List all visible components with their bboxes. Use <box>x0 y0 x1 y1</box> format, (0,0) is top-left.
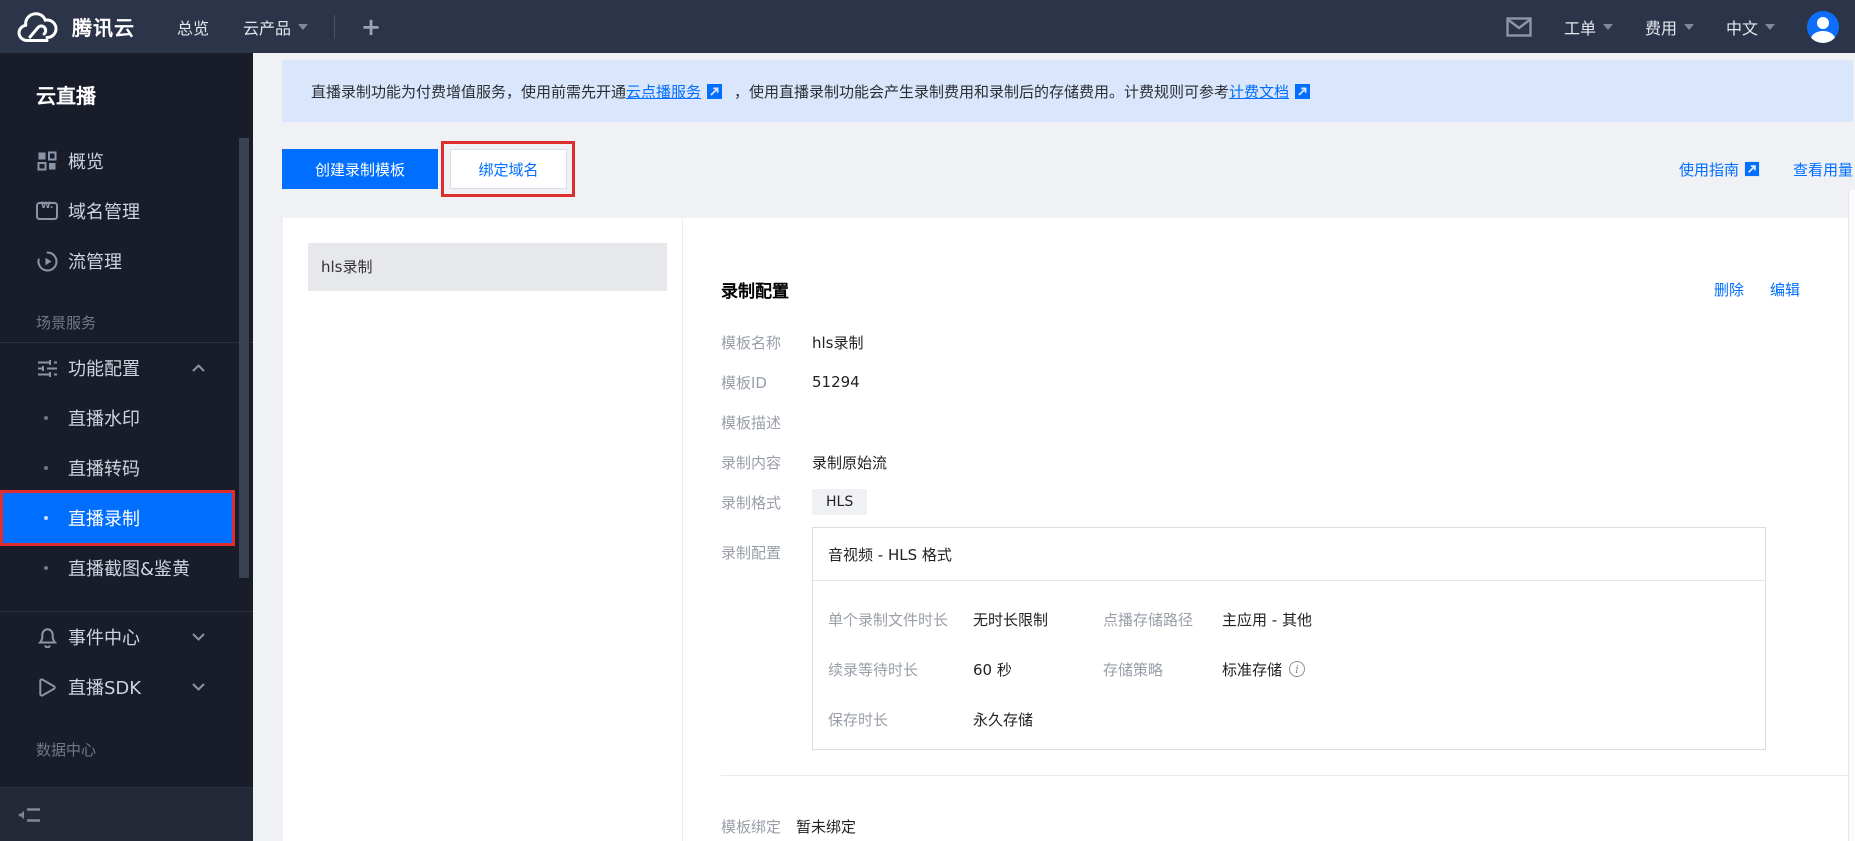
bullet-icon <box>44 516 48 520</box>
sidebar-scrollbar-thumb[interactable] <box>239 138 249 578</box>
template-list-item[interactable]: hls录制 <box>308 243 667 291</box>
sidebar-item-live-record[interactable]: 直播录制 <box>0 490 235 546</box>
create-record-template-button[interactable]: 创建录制模板 <box>282 149 438 189</box>
field-row-record-content: 录制内容 录制原始流 <box>721 453 888 472</box>
menu-ticket[interactable]: 工单 <box>1564 15 1613 39</box>
sidebar-item-overview[interactable]: 概览 <box>0 136 253 186</box>
user-avatar[interactable] <box>1807 10 1839 43</box>
field-row-template-desc: 模板描述 <box>721 413 782 432</box>
config-row-1: 单个录制文件时长 无时长限制 点播存储路径 主应用 - 其他 <box>828 610 1312 629</box>
field-row-template-name: 模板名称 hls录制 <box>721 333 864 352</box>
play-circle-icon <box>36 250 58 272</box>
sidebar-item-feature-config[interactable]: 功能配置 <box>0 343 253 393</box>
sidebar-item-event-center[interactable]: 事件中心 <box>0 612 253 662</box>
play-outline-icon <box>36 676 58 698</box>
caret-down-icon <box>1602 23 1613 30</box>
caret-down-icon <box>1683 23 1694 30</box>
format-tag: HLS <box>812 489 868 515</box>
mail-icon[interactable] <box>1506 16 1532 37</box>
sidebar-item-live-watermark[interactable]: 直播水印 <box>0 393 235 443</box>
main-content: 直播录制功能为付费增值服务，使用前需先开通 云点播服务 ，使用直播录制功能会产生录制… <box>253 53 1855 841</box>
caret-down-icon <box>298 23 309 30</box>
chevron-down-icon <box>192 683 205 691</box>
menu-billing[interactable]: 费用 <box>1645 15 1694 39</box>
detail-title: 录制配置 <box>721 282 789 302</box>
field-row-record-config: 录制配置 音视频 - HLS 格式 单个录制文件时长 无时长限制 点播存储路径 … <box>721 527 1766 750</box>
detail-fields: 模板名称 hls录制 模板ID 51294 模板描述 录制内容 录制原始流 录制… <box>721 322 1808 522</box>
sidebar-item-live-screenshot[interactable]: 直播截图&鉴黄 <box>0 543 235 593</box>
sidebar-section-data-center: 数据中心 <box>36 741 97 759</box>
billing-doc-link[interactable]: 计费文档 <box>1229 81 1289 102</box>
banner-text: 直播录制功能为付费增值服务，使用前需先开通 <box>311 82 627 101</box>
template-detail-panel: 录制配置 删除 编辑 模板名称 hls录制 模板ID 51294 模板描述 录制… <box>683 218 1848 841</box>
banner-text: ，使用直播录制功能会产生录制费用和录制后的存储费用。计费规则可参考 <box>734 82 1230 101</box>
external-link-icon <box>1294 83 1311 100</box>
notice-banner: 直播录制功能为付费增值服务，使用前需先开通 云点播服务 ，使用直播录制功能会产生录制… <box>282 60 1853 122</box>
usage-guide-link[interactable]: 使用指南 <box>1679 159 1765 180</box>
domain-w-icon: W. <box>36 200 58 222</box>
menu-language[interactable]: 中文 <box>1726 15 1775 39</box>
sliders-icon <box>36 357 58 379</box>
external-link-icon <box>706 83 723 100</box>
config-row-3: 保存时长 永久存储 <box>828 710 1034 729</box>
product-title: 云直播 <box>36 84 96 108</box>
sidebar-item-live-sdk[interactable]: 直播SDK <box>0 662 253 712</box>
nav-cloud-products[interactable]: 云产品 <box>243 15 309 39</box>
field-row-template-binding: 模板绑定 暂未绑定 <box>721 817 857 836</box>
vod-service-link[interactable]: 云点播服务 <box>626 81 701 102</box>
grid-icon <box>36 150 58 172</box>
edit-link[interactable]: 编辑 <box>1770 279 1800 300</box>
view-usage-link[interactable]: 查看用量 <box>1793 159 1853 180</box>
sidebar: 云直播 概览 W. 域名管理 流管理 场景服务 功能配置 直播水印 直播转码 直… <box>0 53 253 841</box>
delete-link[interactable]: 删除 <box>1714 279 1744 300</box>
sidebar-footer <box>0 787 253 841</box>
collapse-sidebar-button[interactable] <box>18 807 42 823</box>
avatar-body-icon <box>1811 30 1835 43</box>
caret-down-icon <box>1765 23 1775 30</box>
sidebar-item-domain-management[interactable]: W. 域名管理 <box>0 186 253 236</box>
config-row-2: 续录等待时长 60 秒 存储策略 标准存储 i <box>828 644 1765 694</box>
chevron-down-icon <box>192 633 205 641</box>
record-template-card: hls录制 录制配置 删除 编辑 模板名称 hls录制 模板ID 51294 模… <box>283 218 1848 841</box>
tencent-cloud-logo-icon[interactable] <box>16 11 58 42</box>
add-tab-button[interactable]: + <box>361 15 381 39</box>
brand-title[interactable]: 腾讯云 <box>72 12 135 41</box>
external-link-icon <box>1744 161 1760 177</box>
nav-overview[interactable]: 总览 <box>177 15 209 39</box>
sidebar-item-live-transcode[interactable]: 直播转码 <box>0 443 235 493</box>
sidebar-item-stream-management[interactable]: 流管理 <box>0 236 253 286</box>
bullet-icon <box>44 466 48 470</box>
config-box-header: 音视频 - HLS 格式 <box>813 528 1765 581</box>
topbar-divider <box>334 14 336 39</box>
info-icon[interactable]: i <box>1289 661 1306 677</box>
bullet-icon <box>44 416 48 420</box>
field-row-record-format: 录制格式 HLS <box>721 482 1808 522</box>
sidebar-section-scene-services: 场景服务 <box>36 314 97 332</box>
avatar-head-icon <box>1817 16 1829 29</box>
field-row-template-id: 模板ID 51294 <box>721 373 860 392</box>
template-list-panel: hls录制 <box>283 218 683 841</box>
chevron-up-icon <box>192 364 205 372</box>
topbar: 腾讯云 总览 云产品 + 工单 费用 中文 <box>0 0 1855 53</box>
page-scrollbar[interactable] <box>1848 190 1855 841</box>
bullet-icon <box>44 566 48 570</box>
record-config-box: 音视频 - HLS 格式 单个录制文件时长 无时长限制 点播存储路径 主应用 -… <box>812 527 1766 750</box>
bind-domain-button[interactable]: 绑定域名 <box>450 149 567 189</box>
detail-divider <box>721 775 1848 776</box>
bell-icon <box>36 626 58 648</box>
